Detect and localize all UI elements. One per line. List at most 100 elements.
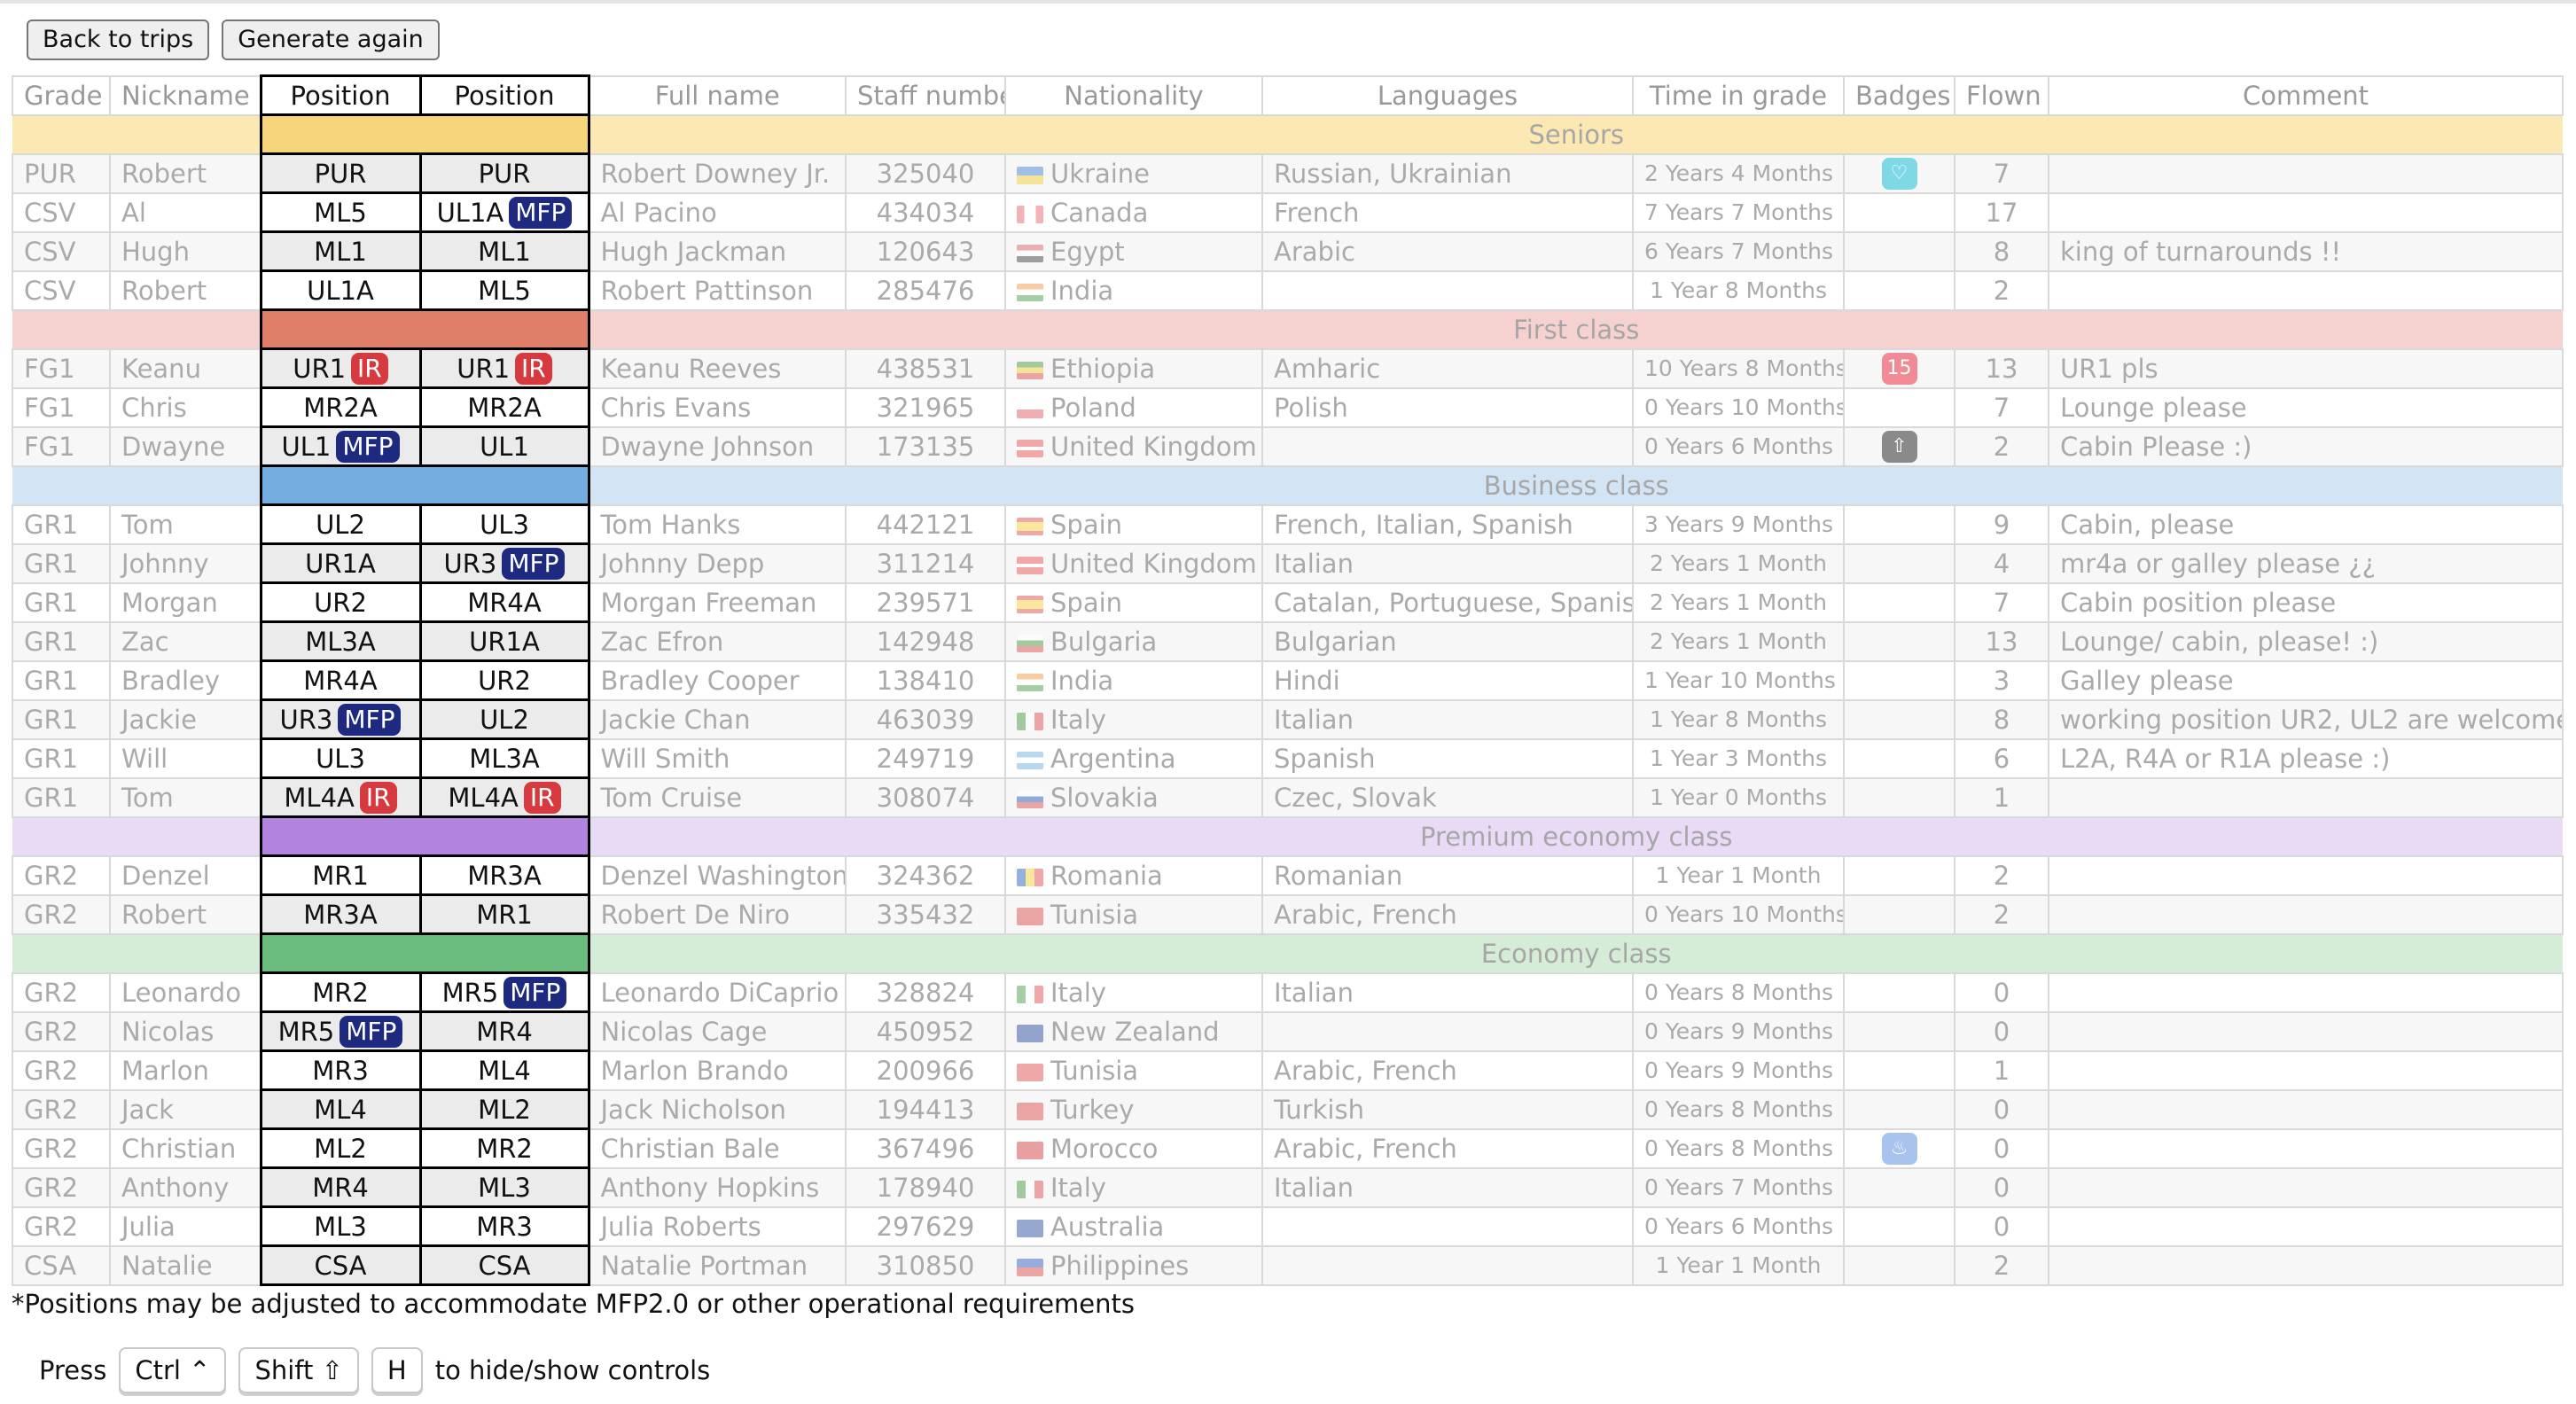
position-cell[interactable]: UR1 IR — [259, 347, 422, 389]
crew-row[interactable]: FG1 Keanu UR1 IR UR1 IR Keanu Reeves 438531 Ethi… — [12, 347, 2564, 389]
crew-row[interactable]: GR2 Nicolas MR5 MFP MR4 Nicolas Cage 450952 New… — [12, 1010, 2564, 1052]
full-name-cell: Al Pacino — [588, 191, 847, 233]
ctrl-key[interactable]: Ctrl ⌃ — [119, 1347, 227, 1393]
position-cell-2[interactable]: UR3 MFP — [418, 542, 590, 584]
column-header-badges[interactable]: Badges — [1843, 74, 1955, 116]
position-cell[interactable]: ML4 — [259, 1088, 422, 1130]
crew-row[interactable]: PUR Robert PUR PUR Robert Downey Jr. 325040 Uk… — [12, 152, 2564, 194]
position-cell-2[interactable]: MR4 — [418, 1010, 590, 1052]
crew-row[interactable]: GR2 Leonardo MR2 MR5 MFP Leonardo DiCaprio 328… — [12, 971, 2564, 1013]
ir-tag: IR — [351, 352, 388, 385]
crew-row[interactable]: GR2 Anthony MR4 ML3 Anthony Hopkins 178940 Ita… — [12, 1166, 2564, 1208]
crew-row[interactable]: FG1 Chris MR2A MR2A Chris Evans 321965 Poland P… — [12, 386, 2564, 428]
position-cell[interactable]: MR1 — [259, 854, 422, 896]
position-cell[interactable]: PUR — [259, 152, 422, 194]
position-cell[interactable]: MR4 — [259, 1166, 422, 1208]
position-cell-2[interactable]: MR5 MFP — [418, 971, 590, 1013]
position-cell-2[interactable]: ML4A IR — [418, 776, 590, 818]
position-cell-2[interactable]: UR1 IR — [418, 347, 590, 389]
position-cell[interactable]: UR3 MFP — [259, 698, 422, 740]
crew-row[interactable]: CSA Natalie CSA CSA Natalie Portman 310850 Phi… — [12, 1244, 2564, 1286]
position-cell[interactable]: MR3 — [259, 1049, 422, 1091]
crew-row[interactable]: GR1 Johnny UR1A UR3 MFP Johnny Depp 311214 Unit… — [12, 542, 2564, 584]
crew-row[interactable]: GR1 Bradley MR4A UR2 Bradley Cooper 138410 Ind… — [12, 659, 2564, 701]
column-header-position-2[interactable]: Position — [418, 74, 590, 116]
column-header-staff-number[interactable]: Staff number — [845, 74, 1006, 116]
crew-row[interactable]: GR2 Denzel MR1 MR3A Denzel Washington 324362 R… — [12, 854, 2564, 896]
position-cell-2[interactable]: ML5 — [418, 269, 590, 311]
crew-row[interactable]: CSV Robert UL1A ML5 Robert Pattinson 285476 In… — [12, 269, 2564, 311]
crew-row[interactable]: GR2 Julia ML3 MR3 Julia Roberts 297629 Austral… — [12, 1205, 2564, 1247]
position-cell[interactable]: MR4A — [259, 659, 422, 701]
position-cell-2[interactable]: ML3A — [418, 737, 590, 779]
position-cell-2[interactable]: MR2A — [418, 386, 590, 428]
position-cell[interactable]: MR5 MFP — [259, 1010, 422, 1052]
position-cell[interactable]: ML4A IR — [259, 776, 422, 818]
crew-row[interactable]: GR1 Morgan UR2 MR4A Morgan Freeman 239571 Spai… — [12, 581, 2564, 623]
nationality-text: Bulgaria — [1050, 626, 1158, 657]
crew-row[interactable]: CSV Hugh ML1 ML1 Hugh Jackman 120643 Egypt Arab… — [12, 230, 2564, 272]
crew-row[interactable]: GR1 Jackie UR3 MFP UL2 Jackie Chan 463039 Italy… — [12, 698, 2564, 740]
position-cell[interactable]: UL2 — [259, 503, 422, 545]
shift-key[interactable]: Shift ⇧ — [238, 1347, 359, 1393]
position-cell-2[interactable]: UL1A MFP — [418, 191, 590, 233]
crew-row[interactable]: GR1 Tom ML4A IR ML4A IR Tom Cruise 308074 Slovak… — [12, 776, 2564, 818]
position-cell[interactable]: MR2 — [259, 971, 422, 1013]
column-header-position[interactable]: Position — [259, 74, 422, 116]
position-cell-2[interactable]: MR2 — [418, 1127, 590, 1169]
position-cell-2[interactable]: ML1 — [418, 230, 590, 272]
full-name-cell-text: Tom Cruise — [600, 782, 743, 813]
column-header-nickname[interactable]: Nickname — [109, 74, 262, 116]
position-cell-2[interactable]: ML4 — [418, 1049, 590, 1091]
crew-row[interactable]: GR1 Tom UL2 UL3 Tom Hanks 442121 Spain French, … — [12, 503, 2564, 545]
staff-number-cell: 321965 — [845, 386, 1006, 428]
position-cell[interactable]: UL3 — [259, 737, 422, 779]
position-cell-2[interactable]: UL2 — [418, 698, 590, 740]
crew-row[interactable]: CSV Al ML5 UL1A MFP Al Pacino 434034 Canada Fren… — [12, 191, 2564, 233]
languages-cell — [1261, 425, 1634, 467]
column-header-grade[interactable]: Grade — [12, 74, 111, 116]
crew-row[interactable]: GR1 Zac ML3A UR1A Zac Efron 142948 Bulgaria Bul… — [12, 620, 2564, 662]
position-cell-2[interactable]: MR4A — [418, 581, 590, 623]
position-cell[interactable]: MR3A — [259, 893, 422, 935]
position-cell-2[interactable]: MR3A — [418, 854, 590, 896]
position-cell-2[interactable]: CSA — [418, 1244, 590, 1286]
generate-again-button[interactable]: Generate again — [222, 20, 440, 60]
time-in-grade-cell: 0 Years 10 Months — [1632, 386, 1845, 428]
position-cell-2[interactable]: MR3 — [418, 1205, 590, 1247]
position-cell[interactable]: CSA — [259, 1244, 422, 1286]
h-key[interactable]: H — [371, 1347, 423, 1393]
position-cell[interactable]: MR2A — [259, 386, 422, 428]
position-cell[interactable]: UL1A — [259, 269, 422, 311]
position-cell-text: ML2 — [314, 1133, 367, 1164]
column-header-nationality[interactable]: Nationality — [1004, 74, 1263, 116]
column-header-time-in-grade[interactable]: Time in grade — [1632, 74, 1845, 116]
position-cell[interactable]: ML3 — [259, 1205, 422, 1247]
crew-row[interactable]: GR2 Jack ML4 ML2 Jack Nicholson 194413 Turkey T… — [12, 1088, 2564, 1130]
position-cell[interactable]: ML5 — [259, 191, 422, 233]
column-header-languages[interactable]: Languages — [1261, 74, 1634, 116]
back-to-trips-button[interactable]: Back to trips — [27, 20, 210, 60]
position-cell[interactable]: UL1 MFP — [259, 425, 422, 467]
position-cell-2[interactable]: UL3 — [418, 503, 590, 545]
column-header-flown[interactable]: Flown — [1954, 74, 2049, 116]
crew-row[interactable]: GR2 Christian ML2 MR2 Christian Bale 367496 Mo… — [12, 1127, 2564, 1169]
position-cell-2[interactable]: ML2 — [418, 1088, 590, 1130]
position-cell[interactable]: UR2 — [259, 581, 422, 623]
position-cell-2[interactable]: ML3 — [418, 1166, 590, 1208]
crew-row[interactable]: GR1 Will UL3 ML3A Will Smith 249719 Argentina S… — [12, 737, 2564, 779]
position-cell-2[interactable]: MR1 — [418, 893, 590, 935]
position-cell-2[interactable]: PUR — [418, 152, 590, 194]
column-header-comment[interactable]: Comment — [2048, 74, 2564, 116]
position-cell[interactable]: UR1A — [259, 542, 422, 584]
position-cell[interactable]: ML1 — [259, 230, 422, 272]
crew-row[interactable]: GR2 Robert MR3A MR1 Robert De Niro 335432 Tuni… — [12, 893, 2564, 935]
column-header-full-name[interactable]: Full name — [588, 74, 847, 116]
crew-row[interactable]: GR2 Marlon MR3 ML4 Marlon Brando 200966 Tunisi… — [12, 1049, 2564, 1091]
position-cell-2[interactable]: UR1A — [418, 620, 590, 662]
position-cell[interactable]: ML2 — [259, 1127, 422, 1169]
position-cell-2[interactable]: UR2 — [418, 659, 590, 701]
position-cell[interactable]: ML3A — [259, 620, 422, 662]
position-cell-2[interactable]: UL1 — [418, 425, 590, 467]
crew-row[interactable]: FG1 Dwayne UL1 MFP UL1 Dwayne Johnson 173135 Un… — [12, 425, 2564, 467]
